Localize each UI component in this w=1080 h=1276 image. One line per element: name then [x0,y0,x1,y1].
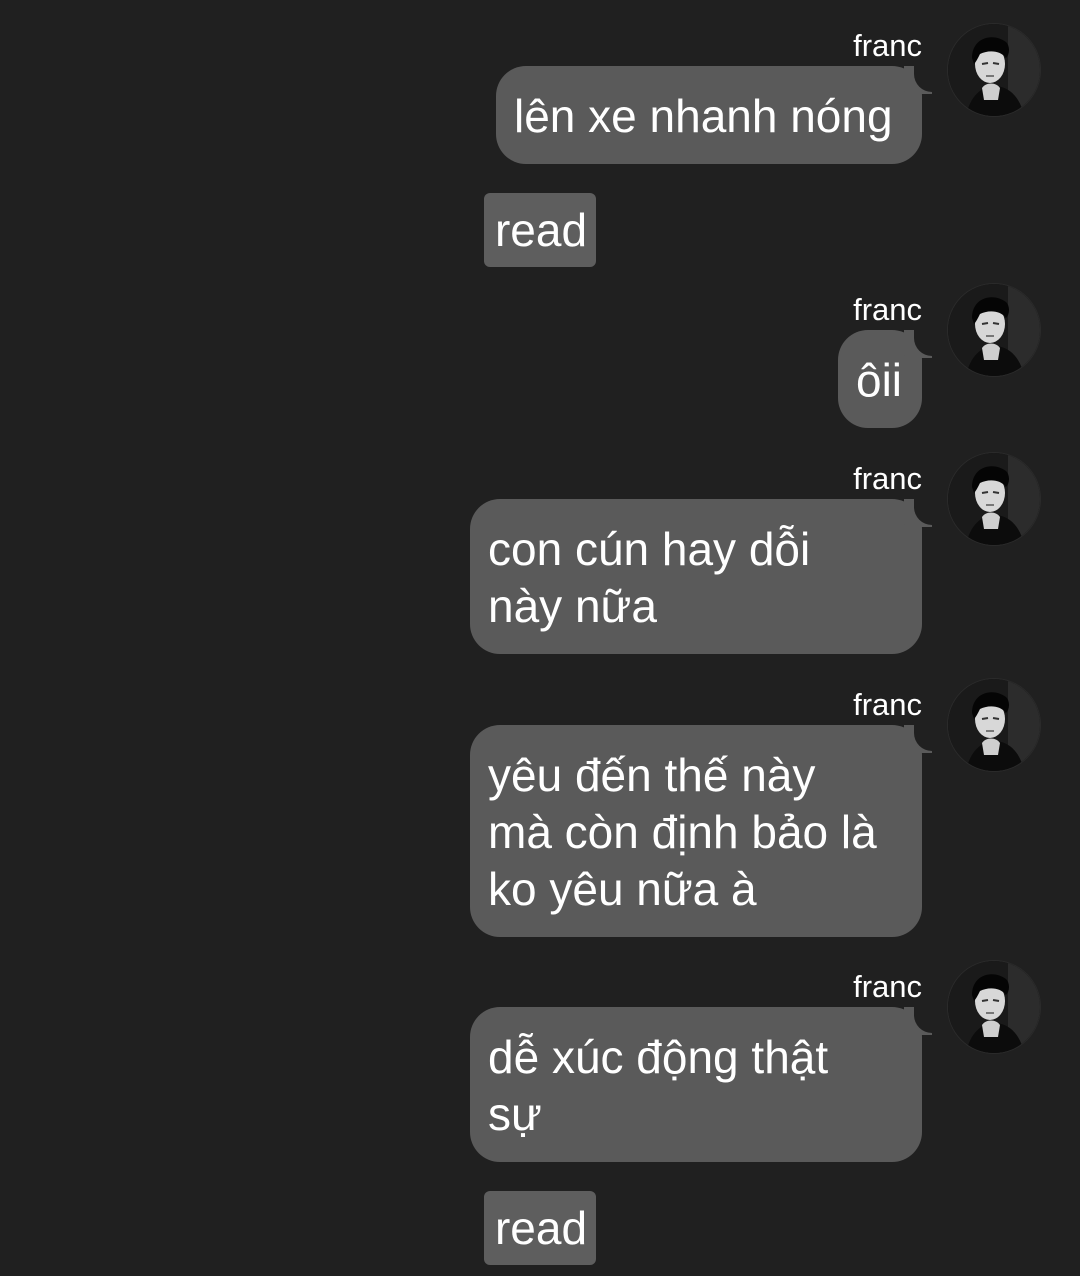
message-text-line: con cún hay dỗi [488,523,811,575]
message-bubble[interactable]: yêu đến thế này mà còn định bảo là ko yê… [470,725,934,937]
bubble-tail [904,66,934,94]
bubble-tail [904,330,934,358]
avatar-photo-icon [948,961,1040,1053]
avatar[interactable] [948,284,1040,376]
message-bubble[interactable]: lên xe nhanh nóng [496,66,934,164]
sender-name: franc [853,969,922,1004]
avatar[interactable] [948,24,1040,116]
read-receipt: read [484,1191,596,1265]
avatar-photo-icon [948,24,1040,116]
avatar[interactable] [948,961,1040,1053]
avatar-photo-icon [948,679,1040,771]
bubble-tail [904,725,934,753]
message-bubble[interactable]: con cún hay dỗi này nữa [470,499,934,654]
message-text-line: này nữa [488,580,657,632]
message-text-line: ko yêu nữa à [488,863,757,915]
avatar-photo-icon [948,284,1040,376]
sender-name: franc [853,687,922,722]
avatar-photo-icon [948,453,1040,545]
message-text-line: yêu đến thế này [488,749,816,801]
message-text: lên xe nhanh nóng [514,90,893,142]
bubble-tail [904,1007,934,1035]
message-text-line: mà còn định bảo là [488,806,877,858]
sender-name: franc [853,292,922,327]
sender-name: franc [853,28,922,63]
message-text-line: dễ xúc động thật [488,1031,829,1083]
message-text-line: sự [488,1088,542,1140]
avatar[interactable] [948,679,1040,771]
avatar[interactable] [948,453,1040,545]
read-receipt: read [484,193,596,267]
bubble-tail [904,499,934,527]
sender-name: franc [853,461,922,496]
message-bubble[interactable]: ôii [838,330,934,428]
chat-view: franc lên xe nhanh nóng read franc ôii f… [0,0,1080,1276]
message-bubble[interactable]: dễ xúc động thật sự [470,1007,934,1162]
message-text: ôii [856,354,903,406]
